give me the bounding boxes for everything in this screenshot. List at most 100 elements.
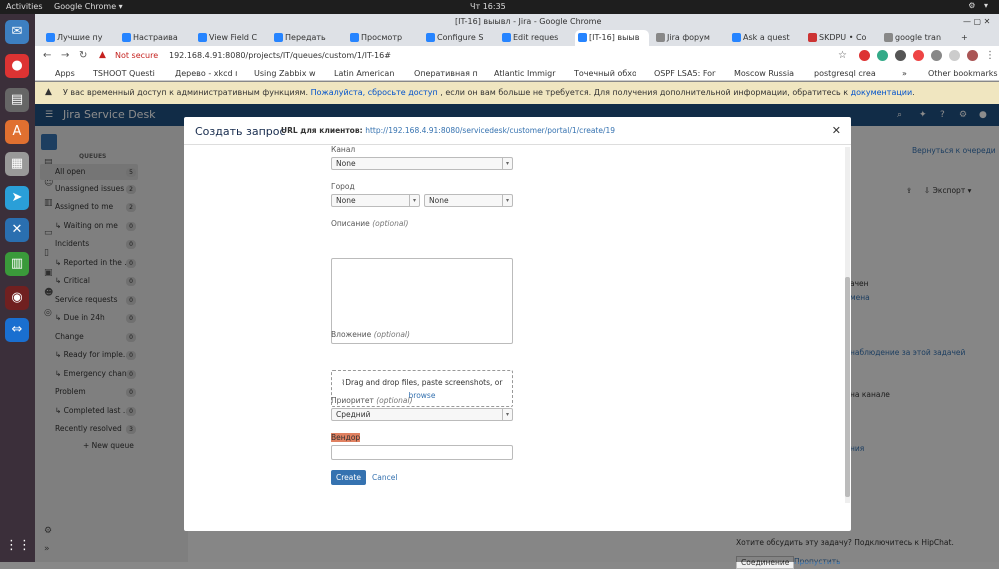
files-icon[interactable]: ▤ (5, 88, 29, 112)
warning-icon[interactable]: ▲ (99, 50, 106, 60)
extension-icon[interactable] (895, 50, 906, 61)
tab-8-active[interactable]: [IT-16] выыв (575, 30, 649, 46)
spreadsheet-icon[interactable]: ▥ (5, 252, 29, 276)
tab-favicon (808, 33, 817, 42)
recorder-icon[interactable]: ◉ (5, 286, 29, 310)
bookmark-item[interactable]: OSPF LSA5: Forw (654, 69, 716, 78)
url-field[interactable]: 192.168.4.91:8080/projects/IT/queues/cus… (169, 51, 391, 60)
tab-label: SKDPU • Co (819, 33, 867, 42)
show-apps-icon[interactable]: ⋮⋮ (5, 534, 31, 558)
chrome-icon[interactable]: ● (5, 54, 29, 78)
bookmark-item[interactable]: Using Zabbix wit (254, 69, 316, 78)
optional-tag: (optional) (373, 330, 410, 339)
extension-icon[interactable] (877, 50, 888, 61)
bookmark-item[interactable]: Точечный обход (574, 69, 636, 78)
system-tray[interactable]: ⚙ ▾ (968, 1, 991, 10)
bookmark-star-icon[interactable]: ☆ (838, 50, 847, 61)
tab-11[interactable]: SKDPU • Co (805, 30, 877, 46)
tab-12[interactable]: google tran (881, 30, 953, 46)
forward-icon[interactable]: → (61, 50, 69, 61)
tab-10[interactable]: Ask a quest (729, 30, 801, 46)
extension-icon[interactable] (931, 50, 942, 61)
chevron-down-icon: ▾ (502, 409, 512, 420)
other-bookmarks[interactable]: Other bookmarks (928, 69, 998, 78)
avatar[interactable] (967, 50, 978, 61)
channel-select[interactable]: None ▾ (331, 157, 513, 170)
bookmark-item[interactable]: Latin American S (334, 69, 396, 78)
clock[interactable]: Чт 16:35 (470, 2, 506, 11)
bookmark-item[interactable]: Atlantic Immigra (494, 69, 556, 78)
optional-tag: (optional) (376, 396, 413, 405)
optional-tag: (optional) (372, 219, 409, 228)
activities-button[interactable]: Activities (6, 2, 43, 11)
attachment-label-text: Вложение (331, 330, 372, 339)
tab-1[interactable]: Лучшие пу (43, 30, 115, 46)
bookmark-apps[interactable]: Apps (55, 69, 75, 78)
tab-6[interactable]: Configure S (423, 30, 495, 46)
bookmarks-overflow[interactable]: » (902, 69, 907, 78)
cancel-button[interactable]: Cancel (372, 473, 397, 482)
tab-label: Настраива (133, 33, 178, 42)
tab-3[interactable]: View Field C (195, 30, 267, 46)
dialog-body: Канал None ▾ Город None ▾ None ▾ Описание (… (184, 145, 851, 501)
documentation-link[interactable]: документации (851, 88, 913, 97)
tab-favicon (578, 33, 587, 42)
city-select[interactable]: None ▾ (331, 194, 420, 207)
software-center-icon[interactable]: A (5, 120, 29, 144)
vendor-label: Вендор (331, 433, 361, 442)
create-button[interactable]: Create (331, 470, 366, 485)
tab-2[interactable]: Настраива (119, 30, 191, 46)
back-icon[interactable]: ← (43, 50, 51, 61)
chevron-down-icon: ▾ (502, 195, 512, 206)
scrollbar-thumb[interactable] (845, 277, 850, 497)
menu-icon[interactable]: ⋮ (985, 50, 995, 61)
tab-favicon (274, 33, 283, 42)
bookmark-item[interactable]: TSHOOT Questio (93, 69, 155, 78)
banner-text-2: , если он вам больше не требуется. Для п… (440, 88, 849, 97)
tab-favicon (122, 33, 131, 42)
bookmark-item[interactable]: Дерево - xkcd по (175, 69, 237, 78)
bookmark-item[interactable]: Оперативная па (414, 69, 478, 78)
vscode-icon[interactable]: ✕ (5, 218, 29, 242)
tab-9[interactable]: Jira форум (653, 30, 725, 46)
city-subselect[interactable]: None ▾ (424, 194, 513, 207)
telegram-icon[interactable]: ➤ (5, 186, 29, 210)
tab-label: [IT-16] выыв (589, 33, 640, 42)
extension-icon[interactable] (913, 50, 924, 61)
tab-4[interactable]: Передать (271, 30, 343, 46)
bookmark-item[interactable]: postgresql creat (814, 69, 876, 78)
tab-label: Edit reques (513, 33, 559, 42)
tab-favicon (502, 33, 511, 42)
city-value: None (336, 196, 356, 205)
dialog-scrollbar[interactable] (845, 147, 850, 503)
channel-label: Канал (331, 145, 356, 154)
teamviewer-icon[interactable]: ⇔ (5, 318, 29, 342)
calculator-icon[interactable]: ▦ (5, 152, 29, 176)
tab-7[interactable]: Edit reques (499, 30, 571, 46)
priority-select[interactable]: Средний ▾ (331, 408, 513, 421)
drop-access-link[interactable]: Пожалуйста, сбросьте доступ (311, 88, 438, 97)
chevron-down-icon: ▾ (409, 195, 419, 206)
app-menu[interactable]: Google Chrome ▾ (54, 2, 123, 11)
priority-label: Приоритет (optional) (331, 396, 413, 405)
customer-url-link[interactable]: http://192.168.4.91:8080/servicedesk/cus… (365, 126, 615, 135)
bookmark-item[interactable]: Moscow Russia E (734, 69, 796, 78)
tab-favicon (350, 33, 359, 42)
warning-icon: ▲ (45, 87, 52, 97)
dialog-title: Создать запрос (195, 125, 286, 138)
tab-strip: Лучшие пу Настраива View Field C Передат… (35, 14, 999, 46)
extension-icon[interactable] (859, 50, 870, 61)
vendor-input[interactable] (331, 445, 513, 460)
tab-label: google tran (895, 33, 942, 42)
tab-label: View Field C (209, 33, 258, 42)
thunderbird-icon[interactable]: ✉ (5, 20, 29, 44)
not-secure-label[interactable]: Not secure (115, 51, 158, 60)
extension-icon[interactable] (949, 50, 960, 61)
tab-favicon (732, 33, 741, 42)
window-controls[interactable]: — ▢ ✕ (963, 17, 990, 26)
tab-label: Лучшие пу (57, 33, 103, 42)
tab-5[interactable]: Просмотр (347, 30, 419, 46)
new-tab-button[interactable]: + (957, 30, 973, 46)
close-icon[interactable]: ✕ (832, 124, 841, 137)
reload-icon[interactable]: ↻ (79, 50, 87, 61)
